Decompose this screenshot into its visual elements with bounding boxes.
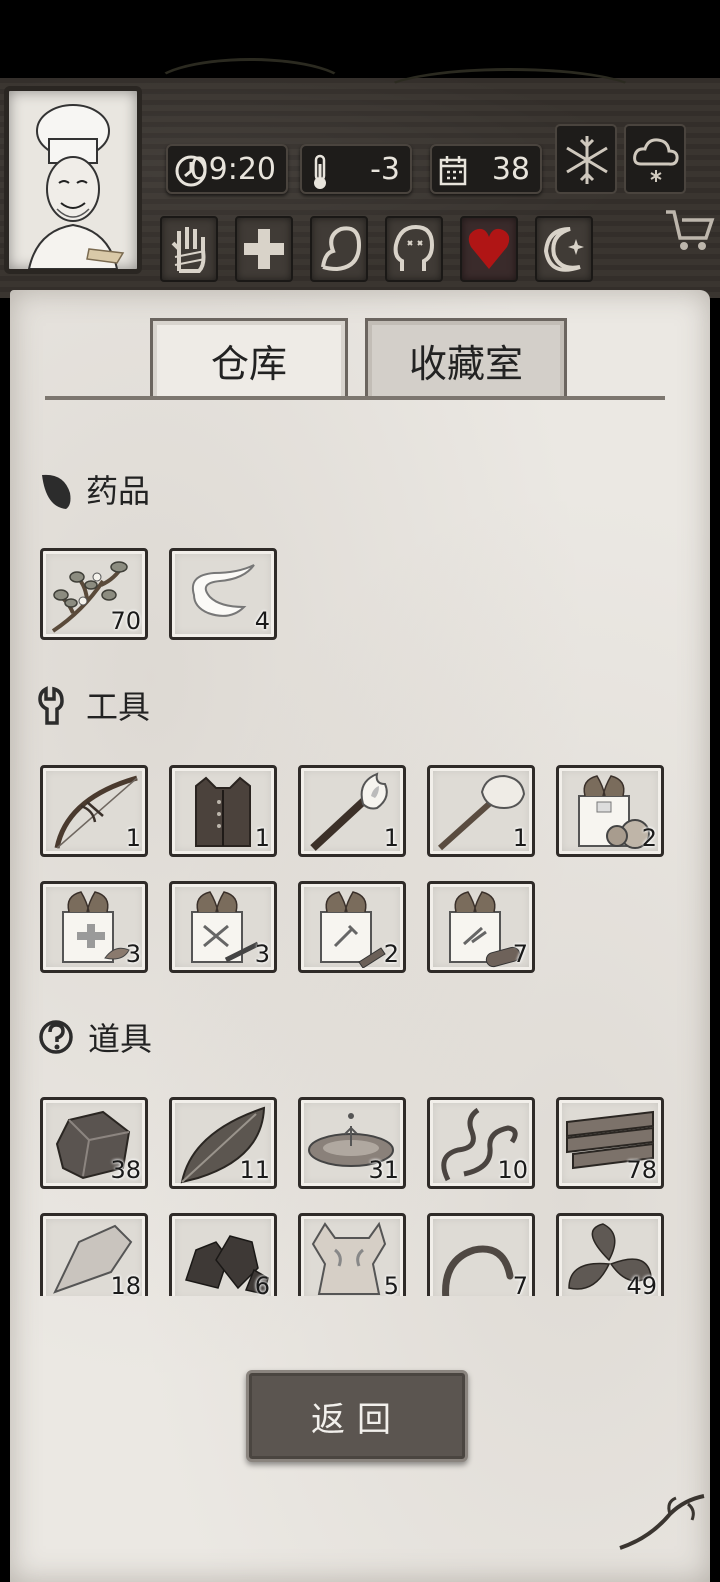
tab-collection[interactable]: 收藏室 (365, 318, 567, 400)
section-title: 道具 (88, 1020, 153, 1058)
item-count: 7 (512, 940, 528, 968)
item-count: 1 (512, 824, 528, 852)
section-medicine-header: 药品 (38, 466, 150, 512)
temperature-display: -3 (300, 144, 412, 194)
inventory-slot[interactable]: 78 (556, 1097, 664, 1189)
clock-display: 09:20 (166, 144, 288, 194)
item-count: 38 (110, 1156, 141, 1184)
inventory-slot[interactable]: 1 (169, 765, 277, 857)
stat-heart-button[interactable] (460, 216, 518, 282)
thermometer-icon (314, 154, 326, 189)
back-button[interactable]: 返回 (246, 1370, 468, 1462)
inventory-slot[interactable]: 3 (169, 881, 277, 973)
chef-avatar (27, 104, 125, 269)
time-value: 09:20 (189, 151, 276, 187)
item-count: 2 (641, 824, 657, 852)
item-count: 1 (125, 824, 141, 852)
head-icon (393, 224, 435, 271)
stat-sleep-button[interactable] (535, 216, 593, 282)
status-bar (0, 0, 720, 78)
item-count: 3 (125, 940, 141, 968)
inventory-slot[interactable]: 1 (298, 765, 406, 857)
inventory-slot[interactable]: 2 (556, 765, 664, 857)
inventory-slot[interactable]: 49 (556, 1213, 664, 1296)
item-count: 70 (110, 607, 141, 635)
inventory-slot[interactable]: 18 (40, 1213, 148, 1296)
stat-hunger-button[interactable] (310, 216, 368, 282)
moon-icon (543, 227, 584, 272)
day-display: 38 (430, 144, 542, 194)
inventory-slot[interactable]: 4 (169, 548, 277, 640)
vine-decoration (150, 58, 350, 118)
tab-warehouse[interactable]: 仓库 (150, 318, 348, 400)
item-count: 78 (626, 1156, 657, 1184)
question-icon (39, 1020, 73, 1054)
wrench-icon (38, 686, 64, 725)
vine-decoration (380, 68, 640, 118)
tab-divider (45, 396, 665, 400)
inventory-slot[interactable]: 2 (298, 881, 406, 973)
inventory-slot[interactable]: 7 (427, 881, 535, 973)
item-count: 6 (254, 1272, 270, 1296)
inventory-slot[interactable]: 5 (298, 1213, 406, 1296)
item-count: 3 (254, 940, 270, 968)
snowflake-icon (566, 136, 608, 184)
inventory-slot[interactable]: 31 (298, 1097, 406, 1189)
tab-label: 仓库 (210, 342, 287, 386)
inventory-slot[interactable]: 1 (427, 765, 535, 857)
item-count: 49 (626, 1272, 657, 1296)
inventory-slot[interactable]: 7 (427, 1213, 535, 1296)
temperature-value: -3 (370, 151, 400, 187)
heart-icon (468, 228, 510, 269)
inventory-scroll-area[interactable]: 18 6 5 7 49 (0, 1200, 720, 1296)
stat-health-button[interactable] (235, 216, 293, 282)
tab-label: 收藏室 (408, 342, 523, 386)
weather-snow-button[interactable] (555, 124, 617, 194)
item-count: 31 (368, 1156, 399, 1184)
inventory-slot[interactable]: 10 (427, 1097, 535, 1189)
day-value: 38 (491, 151, 530, 187)
item-count: 1 (383, 824, 399, 852)
character-portrait[interactable] (4, 86, 142, 274)
item-count: 1 (254, 824, 270, 852)
shop-cart-button[interactable] (662, 204, 718, 256)
health-cross-icon (244, 229, 284, 269)
inventory-slot[interactable]: 6 (169, 1213, 277, 1296)
inventory-slot[interactable]: 1 (40, 765, 148, 857)
stat-mind-button[interactable] (385, 216, 443, 282)
vine-decoration (619, 1494, 705, 1550)
leaf-icon (42, 474, 71, 509)
hand-icon (171, 227, 206, 273)
calendar-icon (439, 156, 467, 186)
snow-cloud-icon (633, 138, 679, 182)
item-count: 7 (512, 1272, 528, 1296)
item-count: 4 (254, 607, 270, 635)
weather-forecast-button[interactable] (624, 124, 686, 194)
item-count: 10 (497, 1156, 528, 1184)
section-tools-header: 工具 (38, 682, 150, 728)
section-props-header: 道具 (38, 1014, 152, 1060)
inventory-slot[interactable]: 38 (40, 1097, 148, 1189)
stat-hand-button[interactable] (160, 216, 218, 282)
item-count: 18 (110, 1272, 141, 1296)
item-count: 2 (383, 940, 399, 968)
inventory-slot[interactable]: 70 (40, 548, 148, 640)
cart-icon (666, 210, 715, 250)
stomach-icon (321, 226, 362, 272)
section-title: 药品 (86, 472, 151, 510)
section-title: 工具 (86, 688, 151, 726)
inventory-slot[interactable]: 11 (169, 1097, 277, 1189)
item-count: 5 (383, 1272, 399, 1296)
item-count: 11 (239, 1156, 270, 1184)
inventory-slot[interactable]: 3 (40, 881, 148, 973)
